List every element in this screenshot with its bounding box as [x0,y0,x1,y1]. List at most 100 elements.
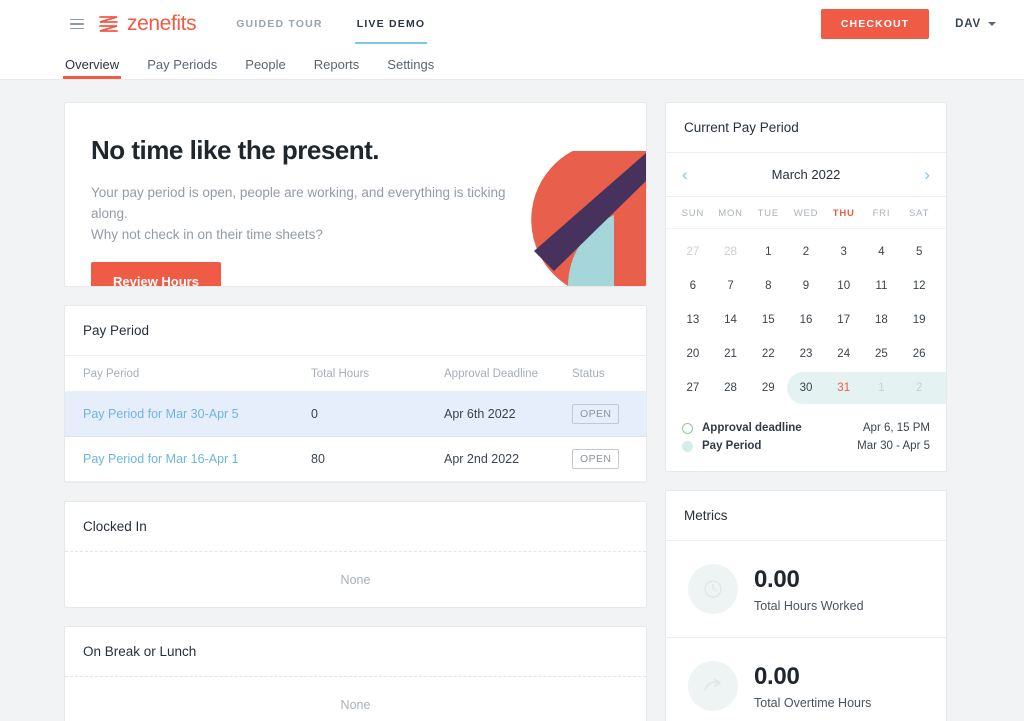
metrics-card: Metrics 0.00 Total Hours Worked 0.00 Tot… [665,490,947,721]
calendar-day[interactable]: 19 [900,314,938,326]
calendar-day[interactable]: 3 [825,246,863,258]
calendar-day[interactable]: 25 [863,348,901,360]
day-header-wed: WED [793,208,819,219]
header-actions: CHECKOUT DAV [820,9,996,39]
calendar-day[interactable]: 27 [674,382,712,394]
calendar-day[interactable]: 20 [674,348,712,360]
approval-deadline-marker-icon [682,422,693,434]
logo-wordmark: zenefits [127,12,197,35]
calendar-card-title: Current Pay Period [666,103,946,153]
legend-value-approval-deadline: Apr 6, 15 PM [862,422,930,434]
calendar-legend: Approval deadline Apr 6, 15 PM Pay Perio… [666,415,946,471]
hero-body: Your pay period is open, people are work… [91,182,531,245]
table-row[interactable]: Pay Period for Mar 16-Apr 1 80 Apr 2nd 2… [65,437,646,482]
chevron-left-icon[interactable]: ‹ [682,166,704,183]
table-row[interactable]: Pay Period for Mar 30-Apr 5 0 Apr 6th 20… [65,391,646,437]
calendar-day[interactable]: 13 [674,314,712,326]
calendar-day[interactable]: 9 [787,280,825,292]
calendar-day[interactable]: 8 [749,280,787,292]
chevron-right-icon[interactable]: › [908,166,930,183]
cell-status: OPEN [554,391,646,437]
pay-period-card: Pay Period Pay Period Total Hours Approv… [64,305,647,483]
calendar-day[interactable]: 7 [712,280,750,292]
pay-period-link[interactable]: Pay Period for Mar 30-Apr 5 [83,407,239,421]
col-header-status: Status [554,356,646,392]
calendar-month-label: March 2022 [771,167,841,182]
calendar-day[interactable]: 2 [787,246,825,258]
calendar-day[interactable]: 10 [825,280,863,292]
calendar-day[interactable]: 4 [863,246,901,258]
clock-icon-glyph [704,580,722,598]
col-header-pay-period: Pay Period [65,356,293,392]
nav-tab-reports[interactable]: Reports [314,58,360,79]
header-links: GUIDED TOUR LIVE DEMO [236,0,427,48]
nav-tab-people[interactable]: People [245,58,285,79]
review-hours-button[interactable]: Review Hours [91,262,221,286]
hamburger-icon[interactable] [70,16,84,33]
calendar-day[interactable]: 6 [674,280,712,292]
on-break-card: On Break or Lunch None [64,626,647,721]
cell-pay-period: Pay Period for Mar 30-Apr 5 [65,391,293,437]
calendar-day[interactable]: 24 [825,348,863,360]
legend-label-approval-deadline: Approval deadline [702,422,802,434]
calendar-day[interactable]: 1 [749,246,787,258]
pay-period-link[interactable]: Pay Period for Mar 16-Apr 1 [83,452,239,466]
nav-tab-settings[interactable]: Settings [387,58,434,79]
cell-pay-period: Pay Period for Mar 16-Apr 1 [65,437,293,482]
calendar-day[interactable]: 30 [787,382,825,394]
calendar-day[interactable]: 16 [787,314,825,326]
calendar-day[interactable]: 17 [825,314,863,326]
calendar-day[interactable]: 11 [863,280,901,292]
calendar-day[interactable]: 29 [749,382,787,394]
calendar-grid: 27 28 1 2 3 4 5 6 7 8 9 10 11 12 13 14 1… [666,229,946,415]
col-header-approval-deadline: Approval Deadline [426,356,554,392]
calendar-nav: ‹ March 2022 › [666,153,946,197]
calendar-day[interactable]: 21 [712,348,750,360]
nav-tab-overview[interactable]: Overview [62,58,122,79]
header-link-live-demo[interactable]: LIVE DEMO [354,0,427,48]
nav-tab-pay-periods[interactable]: Pay Periods [147,58,217,79]
calendar-day[interactable]: 2 [900,382,938,394]
hero-card: No time like the present. Your pay perio… [64,102,647,287]
pay-period-table-body: Pay Period for Mar 30-Apr 5 0 Apr 6th 20… [65,391,646,482]
user-menu[interactable]: DAV [955,18,996,30]
calendar-day[interactable]: 14 [712,314,750,326]
metric-label: Total Overtime Hours [754,695,872,710]
calendar-day[interactable]: 28 [712,382,750,394]
clocked-in-empty-text: None [340,572,371,587]
pay-period-table-head: Pay Period Total Hours Approval Deadline… [65,356,646,392]
calendar-week-row: 20 21 22 23 24 25 26 [674,337,938,371]
calendar-week-row: 13 14 15 16 17 18 19 [674,303,938,337]
calendar-day[interactable]: 23 [787,348,825,360]
user-name-label: DAV [955,18,981,30]
metric-label: Total Hours Worked [754,598,864,613]
calendar-day[interactable]: 28 [712,246,750,258]
clocked-in-title: Clocked In [65,502,646,552]
clock-icon [688,564,738,614]
zenefits-logo[interactable]: zenefits [98,12,197,36]
calendar-day-today[interactable]: 31 [825,382,863,394]
day-header-fri: FRI [872,208,891,219]
header-link-guided-tour[interactable]: GUIDED TOUR [236,0,323,48]
calendar-day[interactable]: 27 [674,246,712,258]
calendar-day[interactable]: 26 [900,348,938,360]
table-header-row: Pay Period Total Hours Approval Deadline… [65,356,646,392]
calendar-day[interactable]: 12 [900,280,938,292]
checkout-button[interactable]: CHECKOUT [820,9,930,39]
calendar-day[interactable]: 15 [749,314,787,326]
hero-body-line1: Your pay period is open, people are work… [91,185,506,221]
calendar-day[interactable]: 18 [863,314,901,326]
calendar-day[interactable]: 5 [900,246,938,258]
page-content: No time like the present. Your pay perio… [0,80,1024,721]
legend-value-pay-period: Mar 30 - Apr 5 [857,440,930,452]
calendar-week-row: 27 28 29 30 31 1 2 [674,371,946,405]
clocked-in-card: Clocked In None [64,501,647,608]
calendar-day[interactable]: 22 [749,348,787,360]
top-header: zenefits GUIDED TOUR LIVE DEMO CHECKOUT … [0,0,1024,80]
calendar-day[interactable]: 1 [863,382,901,394]
current-pay-period-card: Current Pay Period ‹ March 2022 › SUN MO… [665,102,947,472]
metric-total-hours-worked: 0.00 Total Hours Worked [666,541,946,638]
pay-period-marker-icon [682,440,693,452]
metric-total-overtime-hours: 0.00 Total Overtime Hours [666,638,946,721]
calendar-day-headers: SUN MON TUE WED THU FRI SAT [666,197,946,229]
